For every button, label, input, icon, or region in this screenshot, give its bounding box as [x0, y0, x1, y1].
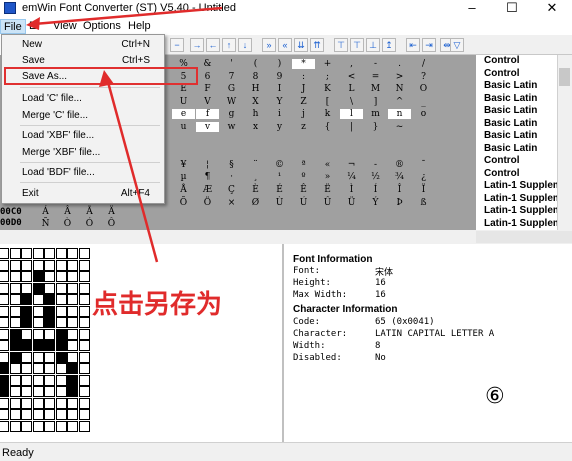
arrowhead-save-as [99, 70, 114, 87]
arrow-to-file-menu [33, 6, 223, 26]
annotation-arrows [26, 6, 223, 263]
annotation-text: 点击另存为 [92, 290, 223, 320]
arrowhead-file [26, 17, 40, 30]
arrow-to-save-as [106, 81, 159, 263]
